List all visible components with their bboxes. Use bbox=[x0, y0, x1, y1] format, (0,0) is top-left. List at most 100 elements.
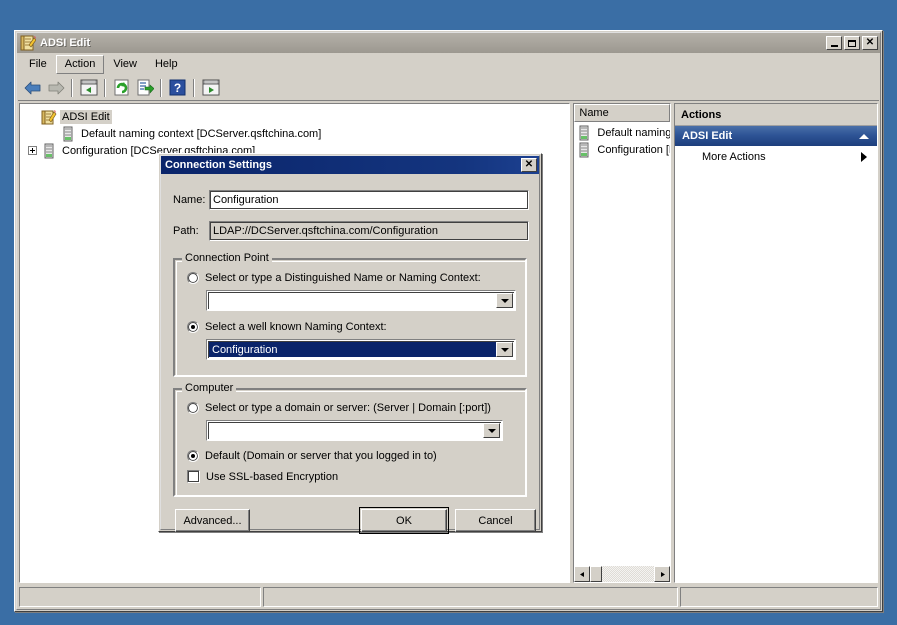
well-known-naming-context-combobox[interactable]: Configuration bbox=[206, 339, 516, 360]
tree-item-default-naming-context[interactable]: Default naming context [DCServer.qsftchi… bbox=[24, 125, 569, 142]
tree-item-label: Default naming context [DCServer.qsftchi… bbox=[81, 127, 322, 140]
cancel-button-label: Cancel bbox=[478, 514, 513, 527]
checkbox-use-ssl-encryption[interactable]: Use SSL-based Encryption bbox=[187, 470, 338, 483]
checkbox-box[interactable] bbox=[187, 470, 200, 483]
window-titlebar: ADSI Edit ✕ bbox=[17, 33, 880, 53]
dialog-body: Name: Configuration Path: LDAP://DCServe… bbox=[161, 176, 539, 534]
radio-label: Select or type a Distinguished Name or N… bbox=[205, 272, 481, 284]
chevron-down-icon[interactable] bbox=[496, 342, 513, 357]
back-icon[interactable] bbox=[21, 77, 44, 99]
tree-root-expander bbox=[24, 108, 41, 125]
list-item-label: Default naming bbox=[597, 126, 671, 139]
connection-settings-dialog: Connection Settings ✕ Name: Configuratio… bbox=[158, 153, 542, 534]
scrollbar-track[interactable] bbox=[590, 566, 654, 582]
radio-button[interactable] bbox=[187, 272, 199, 284]
refresh-icon[interactable] bbox=[110, 77, 133, 99]
advanced-button[interactable]: Advanced... bbox=[175, 509, 250, 532]
advanced-button-label: Advanced... bbox=[183, 514, 242, 527]
radio-label: Select a well known Naming Context: bbox=[205, 321, 387, 333]
chevron-up-icon[interactable] bbox=[859, 133, 869, 139]
actions-group-adsi-edit[interactable]: ADSI Edit bbox=[675, 126, 877, 146]
distinguished-name-combobox[interactable] bbox=[206, 290, 516, 311]
name-input[interactable]: Configuration bbox=[209, 190, 529, 210]
connection-point-group: Connection Point Select or type a Distin… bbox=[173, 252, 527, 377]
forward-icon[interactable] bbox=[44, 77, 67, 99]
minimize-button[interactable] bbox=[826, 36, 842, 50]
dialog-close-button[interactable]: ✕ bbox=[521, 158, 537, 172]
svg-text:?: ? bbox=[174, 81, 181, 95]
radio-label: Select or type a domain or server: (Serv… bbox=[205, 402, 491, 414]
toolbar-separator bbox=[160, 78, 162, 97]
radio-well-known-naming-context[interactable]: Select a well known Naming Context: bbox=[187, 321, 387, 333]
radio-button[interactable] bbox=[187, 402, 199, 414]
list-item[interactable]: Configuration [D bbox=[576, 141, 670, 158]
radio-button[interactable] bbox=[187, 450, 199, 462]
list-column-header: Name bbox=[574, 104, 670, 122]
radio-default-domain[interactable]: Default (Domain or server that you logge… bbox=[187, 450, 437, 462]
adsi-edit-icon bbox=[41, 109, 57, 125]
actions-group-label: ADSI Edit bbox=[682, 130, 733, 142]
scrollbar-thumb[interactable] bbox=[590, 566, 603, 582]
tree-root-node[interactable]: ADSI Edit bbox=[24, 108, 569, 125]
actions-pane-title: Actions bbox=[675, 104, 877, 126]
radio-distinguished-name[interactable]: Select or type a Distinguished Name or N… bbox=[187, 272, 481, 284]
menu-bar: File Action View Help bbox=[18, 54, 879, 74]
ok-button-label: OK bbox=[396, 514, 412, 527]
column-header-name[interactable]: Name bbox=[574, 104, 670, 122]
export-list-icon[interactable] bbox=[133, 77, 156, 99]
toolbar-separator bbox=[193, 78, 195, 97]
status-cell-1 bbox=[19, 587, 261, 607]
checkbox-label: Use SSL-based Encryption bbox=[206, 470, 339, 483]
close-icon: ✕ bbox=[865, 37, 875, 48]
help-icon[interactable]: ? bbox=[166, 77, 189, 99]
list-item-label: Configuration [D bbox=[597, 143, 671, 156]
combobox-value[interactable] bbox=[209, 423, 483, 438]
naming-context-icon bbox=[576, 125, 592, 141]
path-field-label: Path: bbox=[173, 225, 199, 237]
scroll-right-button[interactable] bbox=[654, 566, 670, 582]
action-item-label: More Actions bbox=[702, 150, 766, 163]
close-icon: ✕ bbox=[524, 159, 534, 170]
domain-or-server-combobox[interactable] bbox=[206, 420, 503, 441]
adsi-edit-icon bbox=[20, 35, 36, 51]
window-title: ADSI Edit bbox=[40, 37, 91, 49]
chevron-down-icon[interactable] bbox=[483, 423, 500, 438]
menu-action[interactable]: Action bbox=[55, 54, 105, 74]
list-item[interactable]: Default naming bbox=[576, 124, 670, 141]
combobox-value[interactable]: Configuration bbox=[209, 342, 496, 357]
combobox-value[interactable] bbox=[209, 293, 496, 308]
name-field-label: Name: bbox=[173, 194, 206, 206]
status-cell-3 bbox=[680, 587, 878, 607]
radio-select-domain-or-server[interactable]: Select or type a domain or server: (Serv… bbox=[187, 402, 491, 414]
list-horizontal-scrollbar[interactable] bbox=[574, 566, 670, 582]
path-display: LDAP://DCServer.qsftchina.com/Configurat… bbox=[209, 221, 529, 241]
result-list-pane[interactable]: Name Default naming Configuration [D bbox=[573, 103, 671, 583]
tree-expander-placeholder bbox=[24, 125, 41, 142]
radio-button[interactable] bbox=[187, 321, 199, 333]
menu-help[interactable]: Help bbox=[146, 55, 187, 74]
naming-context-icon bbox=[60, 126, 76, 142]
tree-expand-configuration[interactable] bbox=[24, 142, 41, 159]
cancel-button[interactable]: Cancel bbox=[455, 509, 536, 532]
close-button[interactable]: ✕ bbox=[862, 36, 878, 50]
action-item-more-actions[interactable]: More Actions bbox=[675, 146, 877, 167]
chevron-down-icon[interactable] bbox=[496, 293, 513, 308]
scroll-left-button[interactable] bbox=[574, 566, 591, 582]
show-hide-action-pane-icon[interactable] bbox=[199, 77, 222, 99]
dialog-titlebar: Connection Settings ✕ bbox=[161, 156, 539, 174]
ok-button[interactable]: OK bbox=[359, 507, 449, 534]
status-cell-2 bbox=[263, 587, 678, 607]
list-body: Default naming Configuration [D bbox=[574, 122, 670, 158]
show-hide-console-tree-icon[interactable] bbox=[77, 77, 100, 99]
dialog-title: Connection Settings bbox=[165, 159, 272, 171]
name-field-row: Name: Configuration bbox=[161, 190, 529, 210]
radio-label: Default (Domain or server that you logge… bbox=[205, 450, 437, 462]
computer-legend: Computer bbox=[182, 382, 237, 394]
naming-context-icon bbox=[41, 143, 57, 159]
maximize-button[interactable] bbox=[844, 36, 860, 50]
menu-view[interactable]: View bbox=[104, 55, 146, 74]
actions-pane: Actions ADSI Edit More Actions bbox=[674, 103, 878, 583]
computer-group: Computer Select or type a domain or serv… bbox=[173, 382, 527, 497]
menu-file[interactable]: File bbox=[20, 55, 56, 74]
window-controls: ✕ bbox=[826, 36, 878, 50]
